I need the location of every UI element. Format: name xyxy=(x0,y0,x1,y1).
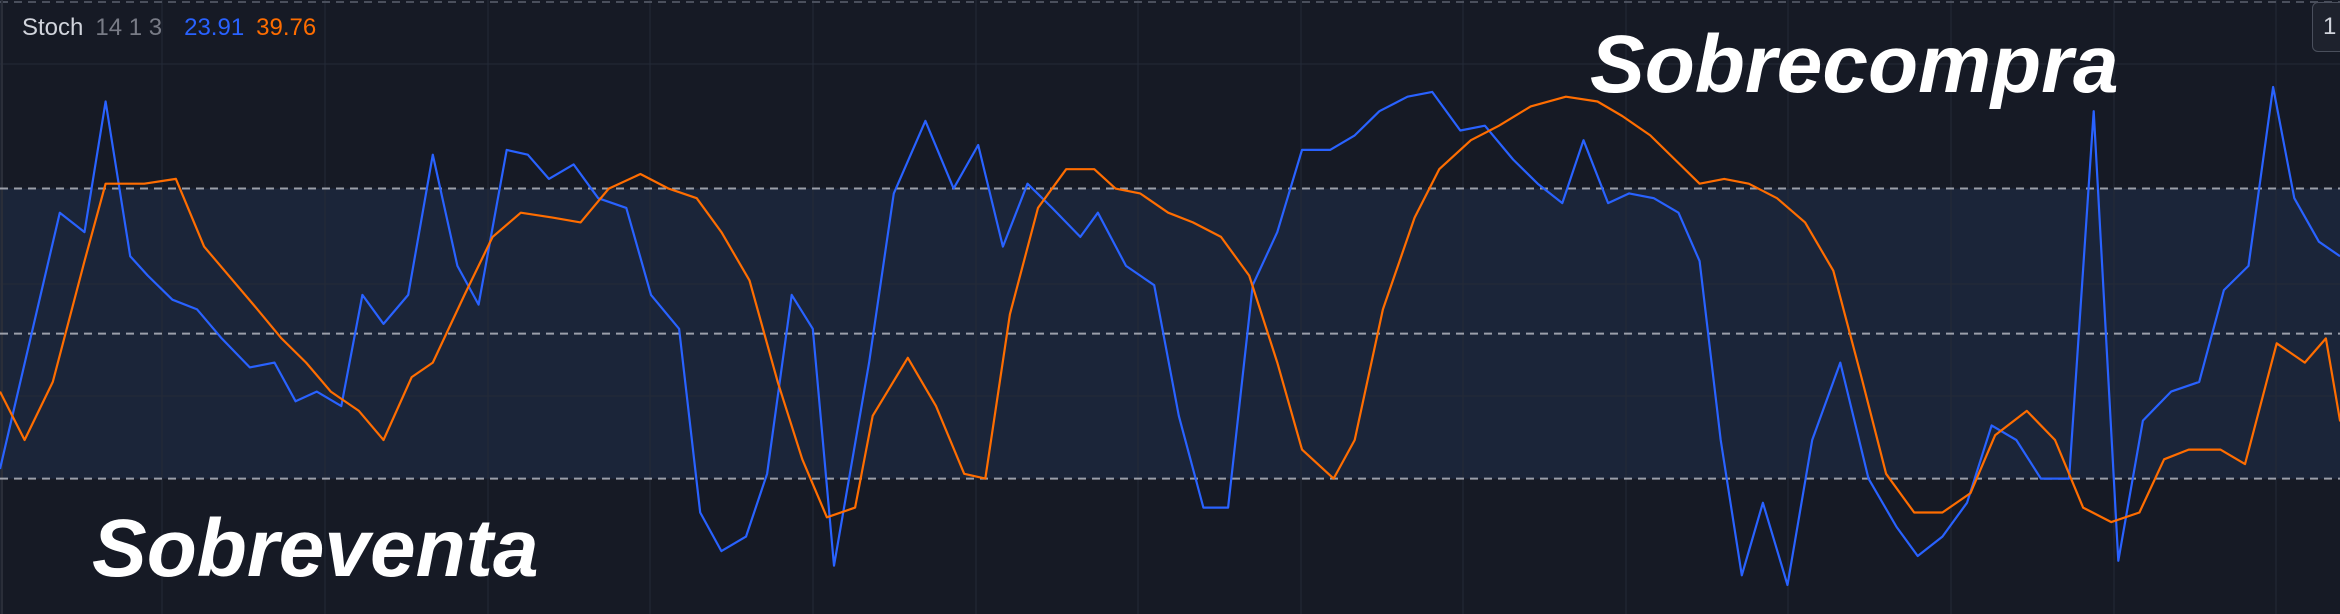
indicator-legend[interactable]: Stoch 14 1 3 23.91 39.76 xyxy=(22,14,316,42)
indicator-params: 14 1 3 xyxy=(95,14,163,41)
pane-edge-button[interactable]: 1 xyxy=(2312,2,2340,52)
overbought-annotation: Sobrecompra xyxy=(1590,19,2119,110)
indicator-name: Stoch xyxy=(22,14,84,41)
d-value: 39.76 xyxy=(256,14,317,41)
oversold-annotation: Sobreventa xyxy=(92,503,539,594)
k-value: 23.91 xyxy=(184,14,245,41)
